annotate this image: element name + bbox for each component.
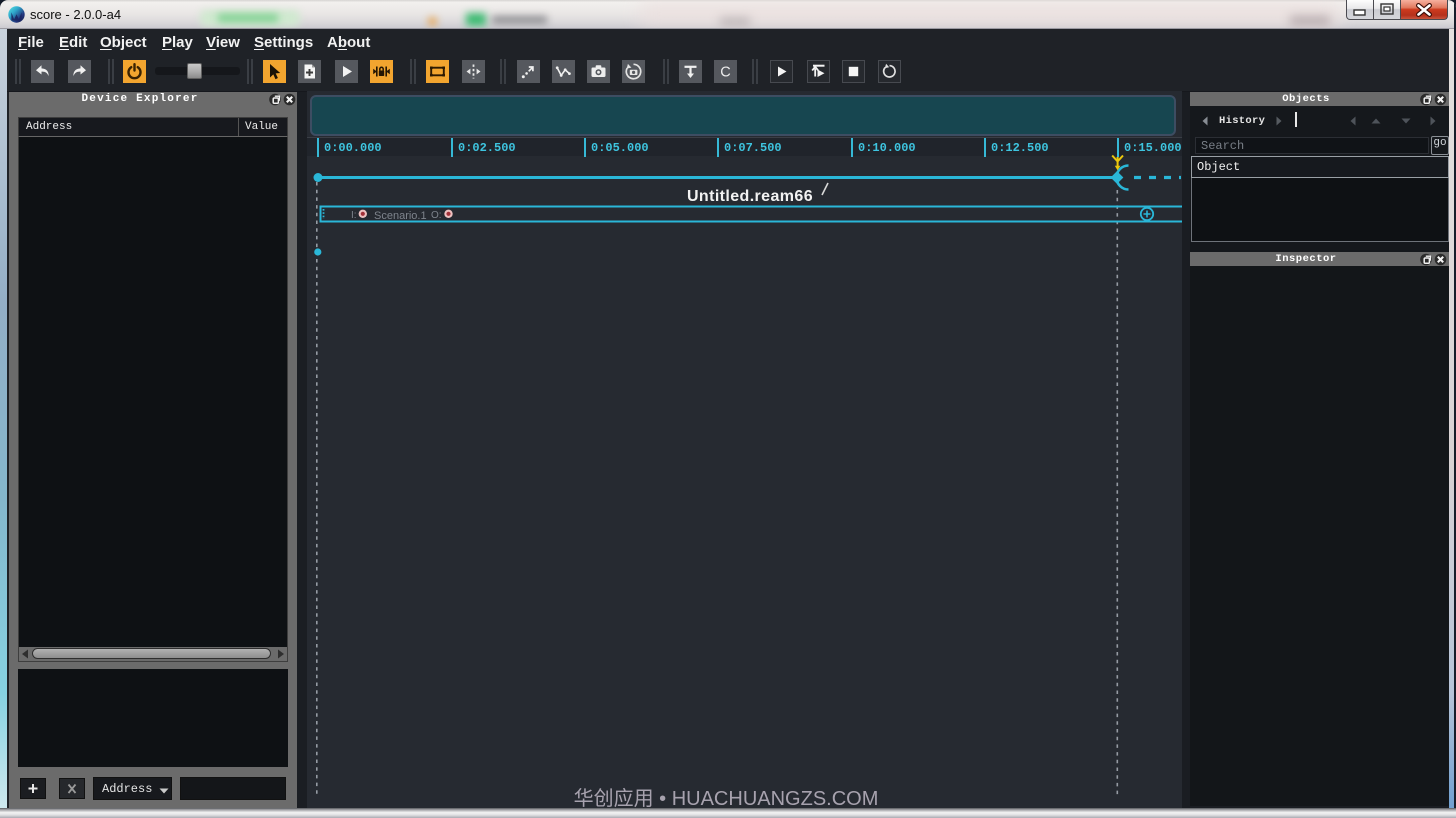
svg-text:C: C <box>720 65 730 81</box>
